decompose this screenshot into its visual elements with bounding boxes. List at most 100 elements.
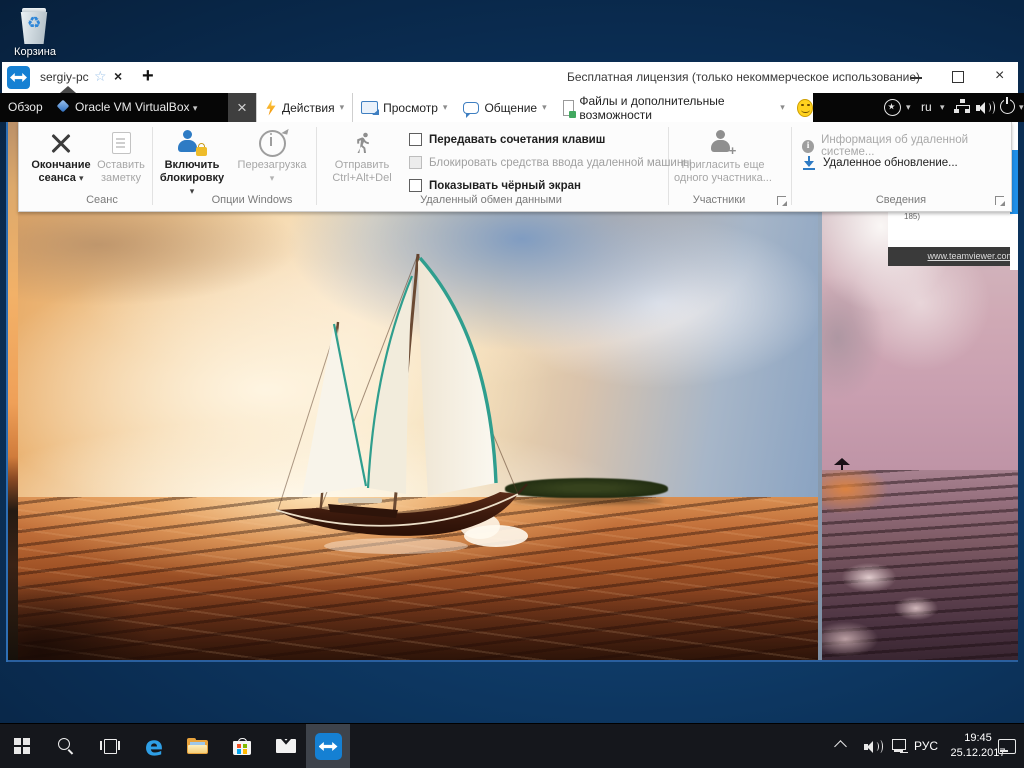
checkbox-block-input: Блокировать средства ввода удаленной маш… <box>409 156 691 169</box>
keyboard-language[interactable]: РУС <box>914 739 938 753</box>
island <box>505 478 668 498</box>
tab-communication[interactable]: Общение ▾ <box>455 93 554 122</box>
info-dialog-launcher-icon[interactable] <box>995 196 1004 205</box>
profile-icon[interactable] <box>884 99 901 116</box>
tab-files[interactable]: Файлы и дополнительные возможности ▾ <box>555 93 793 122</box>
tab-view[interactable]: Просмотр ▾ <box>353 93 455 122</box>
participants-dialog-launcher-icon[interactable] <box>777 196 786 205</box>
enable-lock-button[interactable]: Включить блокировку ▾ <box>157 127 227 198</box>
active-tab-pointer <box>60 86 76 93</box>
task-view-button[interactable] <box>88 724 132 768</box>
license-text: Бесплатная лицензия (только некоммерческ… <box>567 70 920 84</box>
edge-icon: e <box>145 733 163 760</box>
island-reflection <box>513 498 663 504</box>
close-icon: × <box>237 98 247 117</box>
taskbar-edge-button[interactable]: e <box>132 724 176 768</box>
end-session-x-icon <box>49 131 73 155</box>
tab-files-label: Файлы и дополнительные возможности <box>579 94 775 122</box>
tab-communication-label: Общение <box>484 101 537 115</box>
remote-update-label: Удаленное обновление... <box>823 157 958 169</box>
remote-wallpaper <box>18 210 818 662</box>
start-button[interactable] <box>0 724 44 768</box>
teamviewer-icon <box>315 733 342 760</box>
sailboat <box>268 248 528 568</box>
action-center-icon[interactable] <box>998 739 1016 754</box>
reboot-button[interactable]: Перезагрузка▾ <box>231 127 313 185</box>
send-ctrl-alt-del-button[interactable]: Отправить Ctrl+Alt+Del <box>322 127 402 185</box>
checkbox-black-screen[interactable]: Показывать чёрный экран <box>409 179 581 192</box>
recycle-bin[interactable]: ♻ Корзина <box>12 6 58 64</box>
language-selector[interactable]: ru <box>921 100 932 114</box>
window-left-border <box>6 122 8 662</box>
new-tab-button[interactable]: + <box>142 65 154 88</box>
chevron-down-icon: ▾ <box>270 173 275 183</box>
taskbar-store-button[interactable] <box>220 724 264 768</box>
tab-actions-label: Действия <box>282 101 335 115</box>
wallpaper-sea-shadow <box>18 540 238 662</box>
power-icon[interactable] <box>1000 99 1015 114</box>
network-icon[interactable] <box>892 739 907 753</box>
window-close-button[interactable]: × <box>995 67 1004 85</box>
remote-info-label: Информация об удаленной системе... <box>821 134 1011 158</box>
note-icon <box>112 132 131 154</box>
menubar: Обзор Oracle VM VirtualBox ▾ × Действия … <box>0 93 1024 122</box>
hut-silhouette <box>834 458 850 465</box>
running-man-icon <box>350 131 374 155</box>
favorite-star-icon[interactable]: ☆ <box>94 68 107 85</box>
remote-update-item[interactable]: Удаленное обновление... <box>802 156 958 170</box>
menu-vm-dropdown[interactable]: Oracle VM VirtualBox ▾ <box>75 100 197 114</box>
chevron-down-icon: ▾ <box>1019 102 1024 113</box>
window-minimize-button[interactable] <box>910 77 922 79</box>
monitor-icon <box>361 101 378 114</box>
leave-note-button[interactable]: Оставить заметку <box>93 127 149 185</box>
taskbar-mail-button[interactable] <box>264 724 308 768</box>
search-icon <box>57 737 75 755</box>
chevron-down-icon: ▾ <box>906 102 911 113</box>
checkbox[interactable] <box>409 179 422 192</box>
window-maximize-button[interactable] <box>952 71 964 83</box>
teamviewer-banner: www.teamviewer.com <box>888 247 1018 266</box>
session-tab-title: sergiy-pc <box>40 70 89 84</box>
tab-close-icon[interactable]: × <box>114 68 122 84</box>
taskbar: e РУС 19:45 25.12.2017 <box>0 723 1024 768</box>
chevron-down-icon: ▾ <box>443 102 448 113</box>
tab-view-label: Просмотр <box>383 101 438 115</box>
close-session-button[interactable]: × <box>228 93 256 122</box>
taskbar-teamviewer-button[interactable] <box>306 724 350 768</box>
window-bottom-border <box>8 660 1018 662</box>
tray-expand-icon[interactable] <box>834 740 847 753</box>
group-label-remote-interaction: Удаленный обмен данными <box>316 194 666 206</box>
sound-icon[interactable] <box>976 100 992 115</box>
session-tab[interactable]: sergiy-pc ☆ × <box>36 62 136 93</box>
checkbox-label: Показывать чёрный экран <box>429 180 581 192</box>
checkbox-send-keys[interactable]: Передавать сочетания клавиш <box>409 133 605 146</box>
file-puzzle-icon <box>563 100 575 116</box>
ribbon-tabs: Действия ▾ Просмотр ▾ Общение ▾ Файлы и … <box>256 93 813 122</box>
connection-quality-icon[interactable] <box>954 99 970 114</box>
folder-icon <box>187 738 209 755</box>
checkbox[interactable] <box>409 133 422 146</box>
windows-logo-icon <box>14 738 30 754</box>
taskbar-search-button[interactable] <box>44 724 88 768</box>
chevron-down-icon: ▾ <box>340 102 345 113</box>
chevron-down-icon: ▾ <box>193 103 198 113</box>
teamviewer-logo-icon <box>7 66 30 89</box>
feedback-smiley-icon[interactable] <box>797 99 813 117</box>
invite-participant-button[interactable]: + Пригласить еще одного участника... <box>671 127 775 185</box>
taskbar-explorer-button[interactable] <box>176 724 220 768</box>
lightning-icon <box>265 100 277 116</box>
group-label-participants: Участники <box>668 194 770 206</box>
menubar-right-icons: ▾ ru ▾ ▾ <box>878 93 1024 122</box>
user-lock-icon <box>177 130 207 156</box>
menu-overview[interactable]: Обзор <box>8 100 43 114</box>
chevron-down-icon: ▾ <box>79 173 84 183</box>
chevron-down-icon: ▾ <box>940 102 945 113</box>
add-user-icon: + <box>709 130 737 156</box>
tab-actions[interactable]: Действия ▾ <box>256 93 353 122</box>
group-label-info: Сведения <box>791 194 1011 206</box>
ribbon-panel: Окончание сеанса ▾ Оставить заметку Сеан… <box>18 122 1012 212</box>
end-session-button[interactable]: Окончание сеанса ▾ <box>25 127 97 185</box>
remote-panel-fragment: 185) <box>888 210 1018 247</box>
volume-icon[interactable] <box>864 739 880 754</box>
teamviewer-link[interactable]: www.teamviewer.com <box>927 251 1014 261</box>
